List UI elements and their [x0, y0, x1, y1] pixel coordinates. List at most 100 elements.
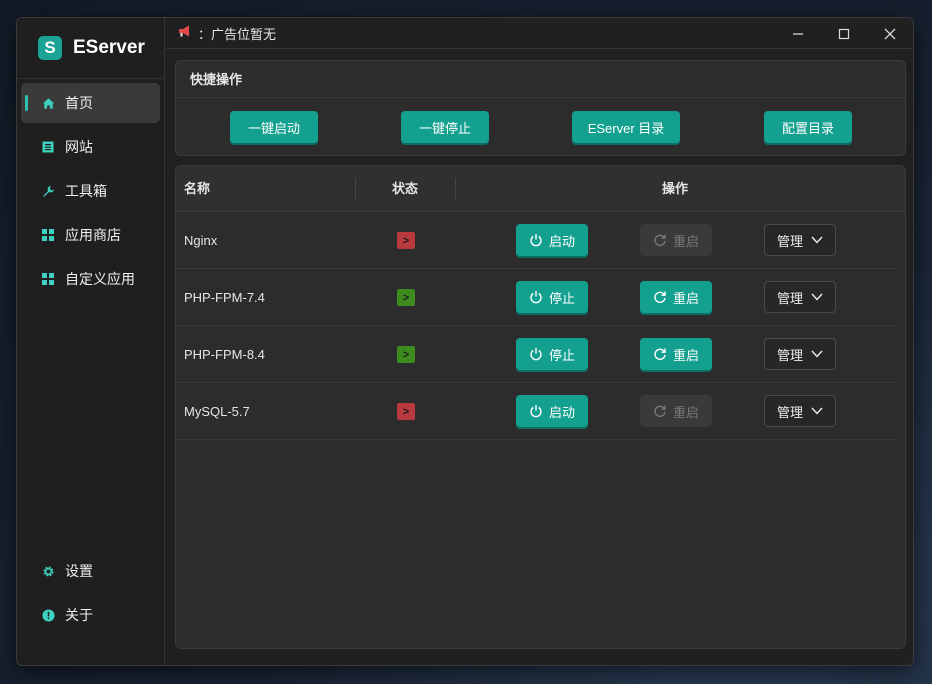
sidebar-item-label: 工具箱 [65, 183, 107, 199]
app-name: EServer [73, 37, 145, 58]
button-label: 重启 [672, 404, 699, 420]
sidebar-item-label: 关于 [65, 607, 93, 623]
restart-button[interactable]: 重启 [640, 281, 712, 313]
power-icon [530, 234, 542, 247]
button-label: 管理 [776, 233, 803, 249]
status-badge: > [397, 232, 415, 249]
sidebar-bottom-nav: 设置 关于 [21, 551, 160, 639]
chevron-down-icon [811, 236, 823, 244]
start-button[interactable]: 启动 [516, 224, 588, 256]
power-icon [530, 348, 542, 361]
button-label: 停止 [548, 290, 575, 306]
sidebar-item-custom-apps[interactable]: 自定义应用 [21, 259, 160, 299]
stop-button[interactable]: 停止 [516, 281, 588, 313]
table-row: PHP-FPM-7.4 > 停止 重启 管理 [176, 269, 897, 326]
restart-button[interactable]: 重启 [640, 338, 712, 370]
main-area: ：广告位暂无 快捷操作 一键启动 一键停止 EServer 目录 配置目录 名称… [166, 18, 913, 665]
stop-button[interactable]: 停止 [516, 338, 588, 370]
manage-dropdown[interactable]: 管理 [764, 281, 836, 313]
button-label: 管理 [776, 290, 803, 306]
restart-button: 重启 [640, 395, 712, 427]
col-header-action: 操作 [662, 181, 689, 196]
service-name: Nginx [184, 233, 218, 248]
service-name: PHP-FPM-7.4 [184, 290, 265, 305]
table-header: 名称 状态 操作 [176, 166, 905, 212]
close-button[interactable] [867, 18, 913, 49]
status-badge: > [397, 289, 415, 306]
website-icon [41, 140, 55, 154]
sidebar-item-about[interactable]: 关于 [21, 595, 160, 635]
button-label: 启动 [548, 404, 575, 420]
service-name: MySQL-5.7 [184, 404, 250, 419]
quick-actions-panel: 快捷操作 一键启动 一键停止 EServer 目录 配置目录 [175, 60, 906, 156]
start-button[interactable]: 启动 [516, 395, 588, 427]
table-row: MySQL-5.7 > 启动 重启 管理 [176, 383, 897, 440]
brand: S EServer [17, 18, 164, 79]
restart-button: 重启 [640, 224, 712, 256]
button-label: 管理 [776, 347, 803, 363]
refresh-icon [654, 348, 666, 360]
minimize-icon [793, 32, 803, 35]
status-badge: > [397, 346, 415, 363]
sidebar-item-website[interactable]: 网站 [21, 127, 160, 167]
service-name: PHP-FPM-8.4 [184, 347, 265, 362]
grid-icon [41, 228, 55, 242]
quick-actions-title: 快捷操作 [176, 61, 905, 98]
button-label: 管理 [776, 404, 803, 420]
grid-icon [41, 272, 55, 286]
chevron-down-icon [811, 293, 823, 301]
button-label: 重启 [672, 233, 699, 249]
sidebar-nav: 首页 网站 工具箱 应用商店 自定义应用 [17, 79, 164, 307]
window-controls [775, 18, 913, 49]
app-window: S EServer 首页 网站 工具箱 应用商店 自定义应用 设置 关于 ：广告… [16, 17, 914, 666]
maximize-icon [838, 28, 850, 39]
sidebar-item-toolbox[interactable]: 工具箱 [21, 171, 160, 211]
table-row: Nginx > 启动 重启 管理 [176, 212, 897, 269]
button-label: 重启 [672, 347, 699, 363]
titlebar: ：广告位暂无 [166, 18, 913, 49]
wrench-icon [41, 184, 55, 198]
col-header-status: 状态 [392, 181, 419, 196]
info-icon [41, 608, 55, 622]
manage-dropdown[interactable]: 管理 [764, 395, 836, 427]
home-icon [41, 96, 55, 110]
sidebar-item-label: 应用商店 [65, 227, 121, 243]
power-icon [530, 405, 542, 418]
app-logo: S [38, 36, 62, 60]
sidebar-item-settings[interactable]: 设置 [21, 551, 160, 591]
chevron-down-icon [811, 350, 823, 358]
chevron-down-icon [811, 407, 823, 415]
stop-all-button[interactable]: 一键停止 [401, 111, 489, 143]
manage-dropdown[interactable]: 管理 [764, 338, 836, 370]
sidebar-item-label: 设置 [65, 563, 93, 579]
col-header-name: 名称 [184, 181, 211, 196]
refresh-icon [654, 405, 666, 417]
megaphone-icon [178, 24, 192, 43]
sidebar: S EServer 首页 网站 工具箱 应用商店 自定义应用 设置 关于 [17, 18, 165, 665]
button-label: 重启 [672, 290, 699, 306]
button-label: 停止 [548, 347, 575, 363]
sidebar-item-label: 首页 [65, 95, 93, 111]
close-icon [884, 28, 896, 39]
col-divider [455, 178, 456, 200]
sidebar-item-label: 网站 [65, 139, 93, 155]
table-row: PHP-FPM-8.4 > 停止 重启 管理 [176, 326, 897, 383]
maximize-button[interactable] [821, 18, 867, 49]
config-dir-button[interactable]: 配置目录 [764, 111, 852, 143]
refresh-icon [654, 291, 666, 303]
sidebar-item-home[interactable]: 首页 [21, 83, 160, 123]
start-all-button[interactable]: 一键启动 [230, 111, 318, 143]
gear-icon [41, 564, 55, 578]
button-label: 启动 [548, 233, 575, 249]
sidebar-item-app-store[interactable]: 应用商店 [21, 215, 160, 255]
status-badge: > [397, 403, 415, 420]
sidebar-item-label: 自定义应用 [65, 271, 135, 287]
col-divider [355, 178, 356, 200]
eserver-dir-button[interactable]: EServer 目录 [572, 111, 680, 143]
ad-text: ：广告位暂无 [198, 26, 277, 42]
refresh-icon [654, 234, 666, 246]
minimize-button[interactable] [775, 18, 821, 49]
power-icon [530, 291, 542, 304]
services-panel: 名称 状态 操作 Nginx > 启动 重启 管理 PHP-FPM-7.4 > … [175, 165, 906, 649]
manage-dropdown[interactable]: 管理 [764, 224, 836, 256]
